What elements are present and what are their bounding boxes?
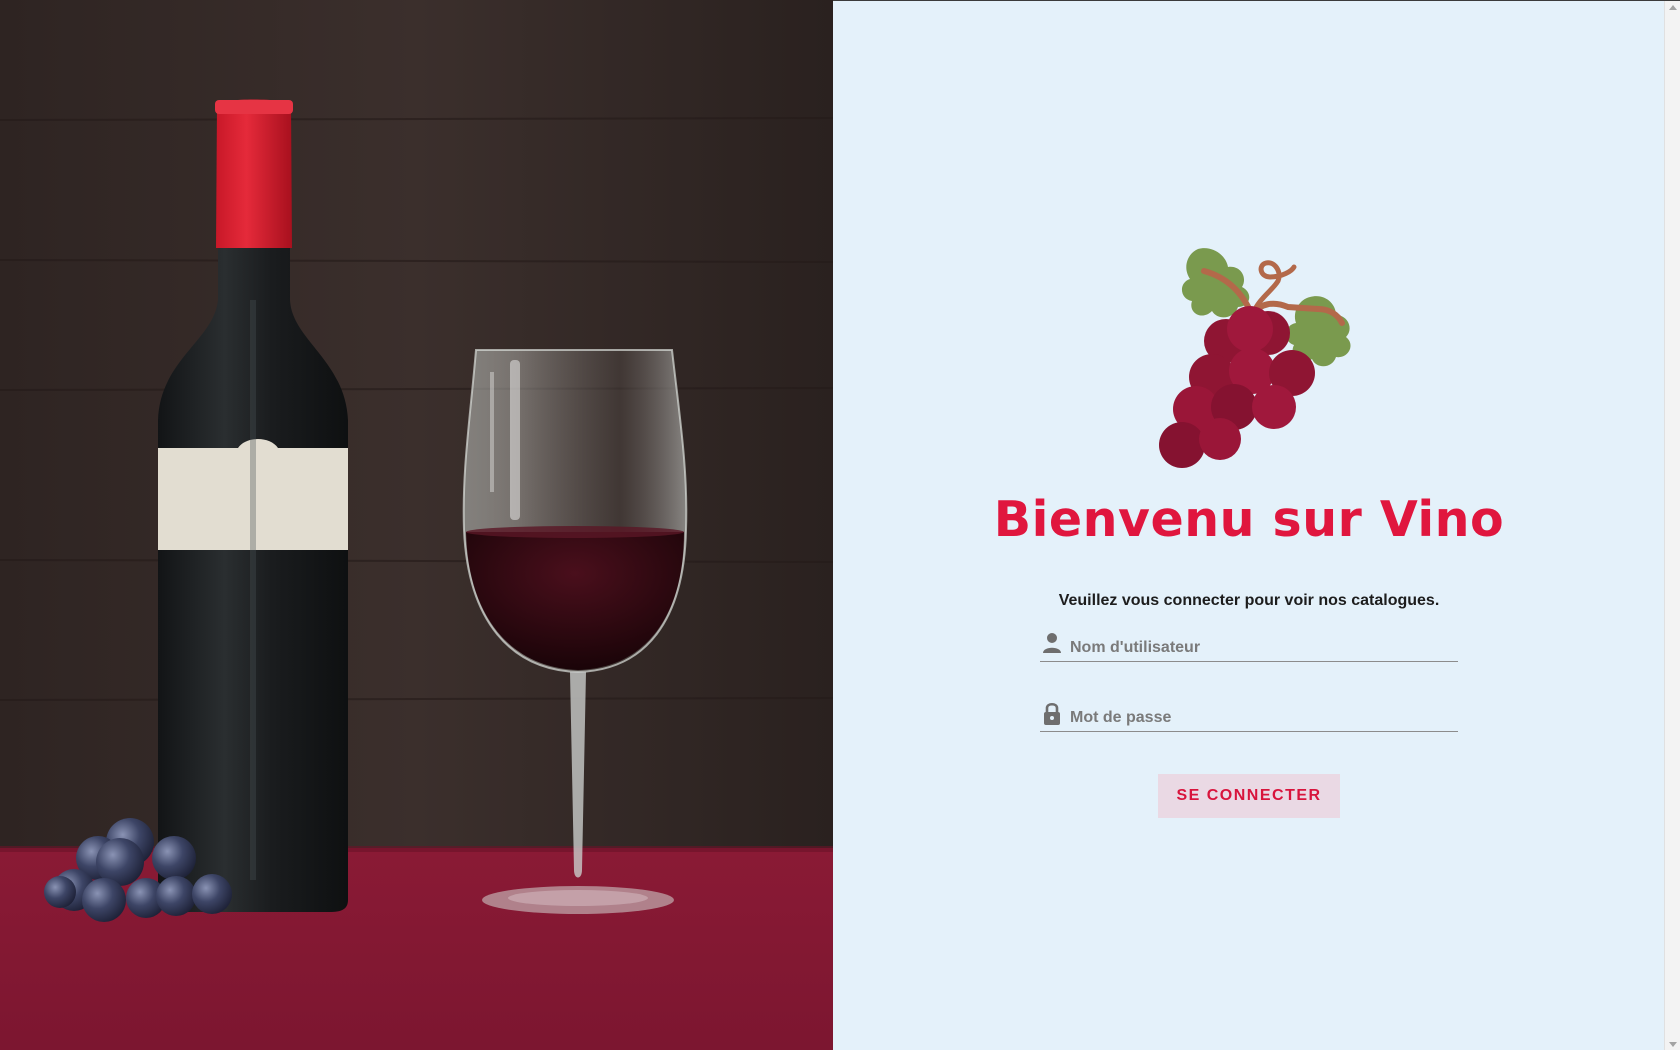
- login-form: Bienvenu sur Vino Veuillez vous connecte…: [994, 241, 1504, 818]
- password-input[interactable]: [1070, 705, 1450, 731]
- person-icon: [1043, 633, 1061, 653]
- login-page: Bienvenu sur Vino Veuillez vous connecte…: [0, 0, 1680, 1050]
- username-field: [1040, 628, 1458, 662]
- grapes-icon: [1159, 248, 1351, 468]
- login-button[interactable]: SE CONNECTER: [1158, 774, 1340, 818]
- page-title: Bienvenu sur Vino: [993, 491, 1505, 548]
- password-field: [1040, 698, 1458, 732]
- scroll-up-icon[interactable]: [1669, 5, 1677, 10]
- scroll-down-icon[interactable]: [1669, 1042, 1677, 1047]
- username-input[interactable]: [1070, 635, 1450, 661]
- login-panel: Bienvenu sur Vino Veuillez vous connecte…: [833, 0, 1680, 1050]
- wine-scene-image: [0, 0, 833, 1050]
- login-instructions: Veuillez vous connecter pour voir nos ca…: [1058, 592, 1440, 609]
- vertical-scrollbar[interactable]: [1664, 1, 1680, 1050]
- hero-photo: [0, 0, 833, 1050]
- lock-icon: [1044, 702, 1060, 725]
